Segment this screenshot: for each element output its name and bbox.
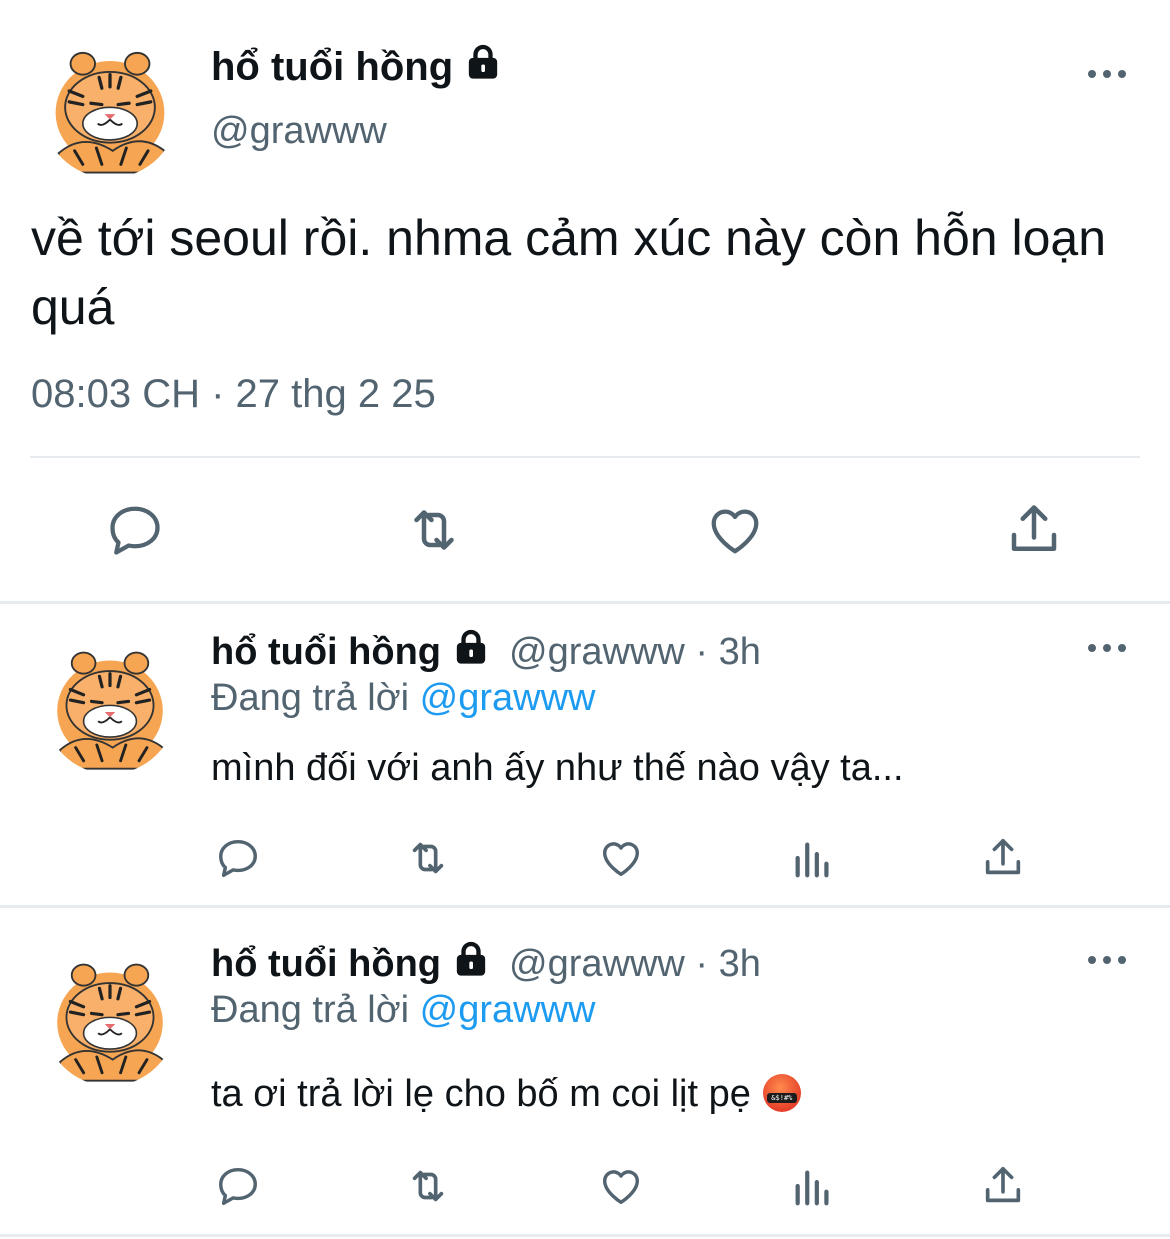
views-button[interactable] [790,1163,836,1209]
more-icon-dot [1103,644,1111,652]
timestamp[interactable]: 08:03 CH · 27 thg 2 25 [31,372,436,417]
reply-icon [219,1167,257,1205]
tiger-avatar-icon [55,51,166,174]
views-button[interactable] [790,835,836,881]
more-button[interactable] [1088,70,1126,78]
reply-header: hổ tuổi hồng @grawww · 3h [211,627,761,677]
like-button[interactable] [704,500,766,560]
replying-to-link[interactable]: @grawww [420,989,596,1031]
like-button[interactable] [596,1163,646,1209]
cursing-face-emoji [762,1074,801,1112]
handle-time[interactable]: @grawww · 3h [509,631,761,674]
more-icon-dot [1118,644,1126,652]
avatar[interactable] [44,642,176,774]
retweet-icon [412,1170,444,1202]
reply-icon [110,506,160,555]
avatar[interactable] [44,954,176,1086]
more-button[interactable] [1088,956,1126,964]
divider [30,456,1140,458]
avatar[interactable] [42,42,178,178]
replying-to-link[interactable]: @grawww [420,677,596,719]
retweet-icon [414,510,454,550]
share-icon [985,1166,1021,1203]
heart-icon [711,509,759,554]
more-icon-dot [1118,70,1126,78]
tweet-text: về tới seoul rồi. nhma cảm xúc này còn h… [31,210,1107,335]
reply-header: hổ tuổi hồng @grawww · 3h [211,939,761,989]
more-icon [1088,644,1096,652]
more-icon-dot [1103,70,1111,78]
share-button[interactable] [980,1163,1026,1209]
analytics-icon [795,1170,829,1206]
reply-button[interactable] [214,1163,262,1209]
share-icon [1011,505,1057,551]
replying-to: Đang trả lời @grawww [211,677,596,720]
lock-icon [451,627,491,677]
share-icon [985,838,1021,875]
retweet-icon [412,842,444,874]
more-icon-dot [1118,956,1126,964]
replying-prefix: Đang trả lời [211,677,410,719]
display-name[interactable]: hổ tuổi hồng [211,943,441,986]
more-icon [1088,70,1096,78]
retweet-button[interactable] [400,500,468,560]
lock-icon [463,42,503,92]
reply-button[interactable] [104,500,166,560]
heart-icon [602,842,640,877]
reply-text-row: ta ơi trả lời lẹ cho bố m coi lịt pẹ [211,1073,801,1116]
retweet-button[interactable] [400,835,456,881]
display-name[interactable]: hổ tuổi hồng [211,631,441,674]
share-button[interactable] [980,835,1026,881]
reply-text: ta ơi trả lời lẹ cho bố m coi lịt pẹ [211,1073,751,1115]
reply-text: mình đối với anh ấy như thế nào vậy ta..… [211,747,904,789]
like-button[interactable] [596,835,646,881]
tiger-avatar-icon [57,651,164,770]
lock-icon [451,939,491,989]
replying-to: Đang trả lời @grawww [211,989,596,1032]
retweet-button[interactable] [400,1163,456,1209]
reply-icon [219,839,257,877]
display-name-text[interactable]: hổ tuổi hồng [211,45,453,90]
more-icon-dot [1103,956,1111,964]
replying-prefix: Đang trả lời [211,989,410,1031]
share-button[interactable] [1004,500,1064,560]
tiger-avatar-icon [57,963,164,1082]
more-icon [1088,956,1096,964]
heart-icon [602,1170,640,1205]
handle-time[interactable]: @grawww · 3h [509,943,761,986]
divider [0,1234,1170,1237]
more-button[interactable] [1088,644,1126,652]
divider [0,601,1170,604]
analytics-icon [795,842,829,878]
display-name[interactable]: hổ tuổi hồng [211,42,503,92]
handle[interactable]: @grawww [211,110,387,153]
divider [0,905,1170,908]
reply-button[interactable] [214,835,262,881]
